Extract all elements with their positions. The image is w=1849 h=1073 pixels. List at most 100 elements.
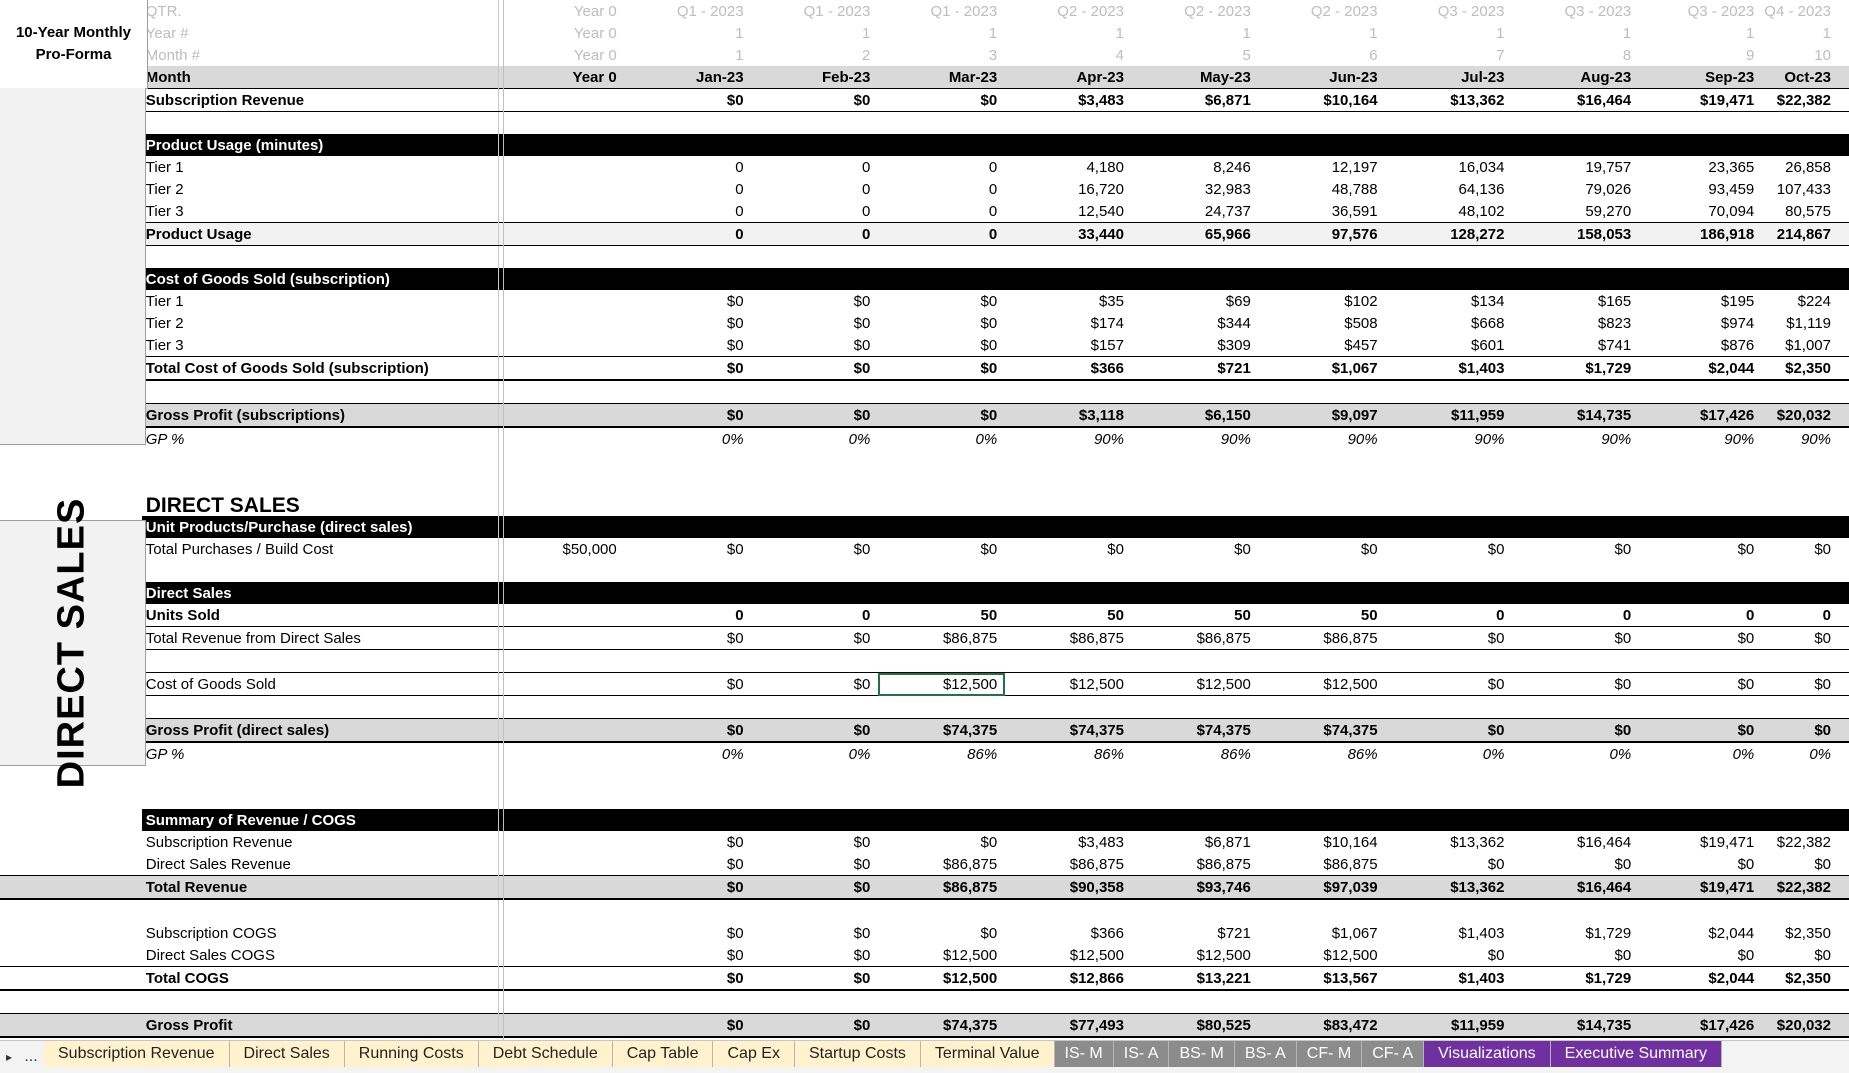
month-row-cell[interactable]: Mar-23 — [878, 66, 1006, 89]
blank-row-cell[interactable] — [1762, 990, 1839, 1014]
summary-header-cell[interactable] — [878, 809, 1006, 831]
cogs-sub-total-row-cell[interactable]: $366 — [1005, 356, 1132, 381]
side-cell[interactable] — [0, 990, 142, 1014]
blank-row-label[interactable] — [141, 787, 499, 809]
summary-total-cogs-row-edge[interactable] — [1839, 966, 1849, 991]
blank-row-cell[interactable] — [1386, 450, 1513, 472]
direct-sales-heading-row-cell[interactable] — [1639, 494, 1762, 516]
sheet-tab[interactable]: IS- M — [1054, 1041, 1114, 1067]
product-usage-header-cell[interactable] — [878, 134, 1006, 156]
blank-row-cell[interactable] — [1005, 787, 1132, 809]
summary-header-cell[interactable] — [1258, 809, 1386, 831]
direct-sales-heading-row-year0[interactable] — [498, 494, 625, 516]
month-row-cell[interactable]: Jan-23 — [624, 66, 752, 89]
blank-row-cell[interactable] — [1512, 560, 1639, 582]
blank-row-year0[interactable] — [498, 787, 625, 809]
summary-gross-profit-row-cell[interactable]: $74,375 — [878, 1013, 1006, 1038]
blank-row-cell[interactable] — [1132, 650, 1259, 673]
blank-row-cell[interactable] — [752, 246, 879, 269]
summary-total-cogs-row-cell[interactable]: $13,567 — [1258, 966, 1386, 991]
product-usage-total-row-cell[interactable]: 97,576 — [1258, 222, 1386, 246]
cogs-sub-tier-row-cell[interactable]: $0 — [752, 312, 879, 334]
blank-row-cell[interactable] — [1639, 246, 1762, 269]
blank-row-cell[interactable] — [624, 379, 752, 404]
total-purchases-row-cell[interactable]: $0 — [1512, 538, 1639, 560]
summary-sub-cogs-row-cell[interactable]: $0 — [752, 922, 879, 944]
total-purchases-row-edge[interactable] — [1839, 538, 1849, 560]
units-sold-row-cell[interactable]: 0 — [752, 604, 879, 627]
blank-row-cell[interactable] — [752, 765, 879, 787]
blank-row-cell[interactable] — [1512, 450, 1639, 472]
product-usage-tier-row-label[interactable]: Tier 3 — [141, 200, 499, 223]
month-row-cell[interactable]: Feb-23 — [751, 66, 879, 89]
summary-total-cogs-row-cell[interactable]: $1,403 — [1385, 966, 1513, 991]
cogs-sub-total-row-cell[interactable]: $1,067 — [1258, 356, 1386, 381]
blank-row-cell[interactable] — [1132, 787, 1259, 809]
direct-cogs-row-cell[interactable]: $12,500 — [1258, 672, 1386, 696]
gp-sub-row-cell[interactable]: $14,735 — [1512, 403, 1640, 428]
blank-row-cell[interactable] — [878, 696, 1005, 719]
blank-row-cell[interactable] — [1512, 112, 1639, 135]
cogs-sub-tier-row-cell[interactable]: $876 — [1639, 334, 1762, 357]
product-usage-tier-row-edge[interactable] — [1839, 200, 1849, 223]
units-sold-row-cell[interactable]: 0 — [1639, 604, 1762, 627]
cogs-sub-tier-row-edge[interactable] — [1839, 334, 1849, 357]
year-row-cell[interactable]: 1 — [1639, 22, 1762, 44]
summary-direct-cogs-row-cell[interactable]: $12,500 — [1259, 944, 1386, 967]
side-cell[interactable] — [0, 875, 142, 900]
summary-gross-profit-row-label[interactable]: Gross Profit — [141, 1013, 499, 1038]
gp-sub-pct-row-cell[interactable]: 0% — [625, 427, 752, 450]
month-row-cell[interactable]: Aug-23 — [1512, 66, 1640, 89]
product-usage-tier-row-cell[interactable]: 12,197 — [1259, 156, 1386, 178]
gp-direct-row-cell[interactable]: $74,375 — [1258, 718, 1386, 743]
sheet-tab[interactable]: Cap Table — [612, 1041, 714, 1067]
month-row-edge[interactable] — [1839, 66, 1849, 89]
blank-row-cell[interactable] — [1132, 472, 1259, 494]
year-row-cell[interactable]: 1 — [752, 22, 879, 44]
summary-total-rev-row-label[interactable]: Total Revenue — [141, 875, 499, 900]
summary-header-cell[interactable] — [1762, 809, 1839, 831]
direct-cogs-row-cell[interactable]: $12,500 — [1005, 672, 1132, 696]
total-purchases-row-cell[interactable]: $0 — [1132, 538, 1259, 560]
gp-direct-row-edge[interactable] — [1839, 718, 1849, 743]
summary-gross-profit-row-edge[interactable] — [1839, 1013, 1849, 1038]
gp-direct-pct-row-cell[interactable]: 0% — [1386, 742, 1513, 765]
sheet-tab[interactable]: Visualizations — [1424, 1041, 1551, 1067]
summary-total-cogs-row-cell[interactable]: $12,866 — [1005, 966, 1132, 991]
sheet-tab[interactable]: CF- M — [1296, 1041, 1363, 1067]
unit-products-header-cell[interactable] — [1512, 516, 1640, 538]
summary-direct-rev-row-cell[interactable]: $0 — [752, 853, 879, 876]
qtr-row-edge[interactable] — [1839, 0, 1849, 22]
direct-revenue-row-cell[interactable]: $0 — [624, 626, 752, 650]
cogs-sub-tier-row-cell[interactable]: $0 — [878, 290, 1005, 312]
blank-row-cell[interactable] — [1259, 899, 1386, 922]
blank-row-edge[interactable] — [1839, 246, 1849, 269]
cogs-sub-tier-row-cell[interactable]: $974 — [1639, 312, 1762, 334]
cogs-sub-total-row-cell[interactable]: $0 — [751, 356, 879, 381]
blank-row-cell[interactable] — [1005, 246, 1132, 269]
total-purchases-row-cell[interactable]: $0 — [878, 538, 1005, 560]
cogs-sub-tier-row-cell[interactable]: $0 — [625, 312, 752, 334]
direct-sales-header-cell[interactable] — [751, 582, 879, 604]
direct-cogs-row-cell[interactable]: $0 — [751, 672, 879, 696]
blank-row-year0[interactable] — [498, 112, 625, 135]
unit-products-header-year0[interactable] — [498, 516, 625, 538]
product-usage-tier-row-cell[interactable]: 4,180 — [1005, 156, 1132, 178]
product-usage-tier-row-cell[interactable]: 0 — [752, 200, 879, 223]
direct-sales-heading-row-label[interactable]: DIRECT SALES — [141, 494, 499, 516]
gp-direct-pct-row-edge[interactable] — [1839, 742, 1849, 765]
gp-direct-row-cell[interactable]: $0 — [751, 718, 879, 743]
product-usage-tier-row-edge[interactable] — [1839, 178, 1849, 200]
summary-direct-rev-row-edge[interactable] — [1839, 853, 1849, 876]
units-sold-row-cell[interactable]: 50 — [1259, 604, 1386, 627]
blank-row-cell[interactable] — [1005, 560, 1132, 582]
side-cell[interactable] — [0, 944, 142, 967]
total-purchases-row-cell[interactable]: $0 — [1005, 538, 1132, 560]
blank-row-cell[interactable] — [1762, 112, 1839, 135]
cogs-sub-total-row-cell[interactable]: $721 — [1131, 356, 1259, 381]
gp-direct-pct-row-cell[interactable]: 0% — [752, 742, 879, 765]
blank-row-cell[interactable] — [1762, 787, 1839, 809]
product-usage-header-cell[interactable] — [751, 134, 879, 156]
product-usage-total-row-edge[interactable] — [1839, 222, 1849, 246]
product-usage-tier-row-cell[interactable]: 80,575 — [1762, 200, 1839, 223]
